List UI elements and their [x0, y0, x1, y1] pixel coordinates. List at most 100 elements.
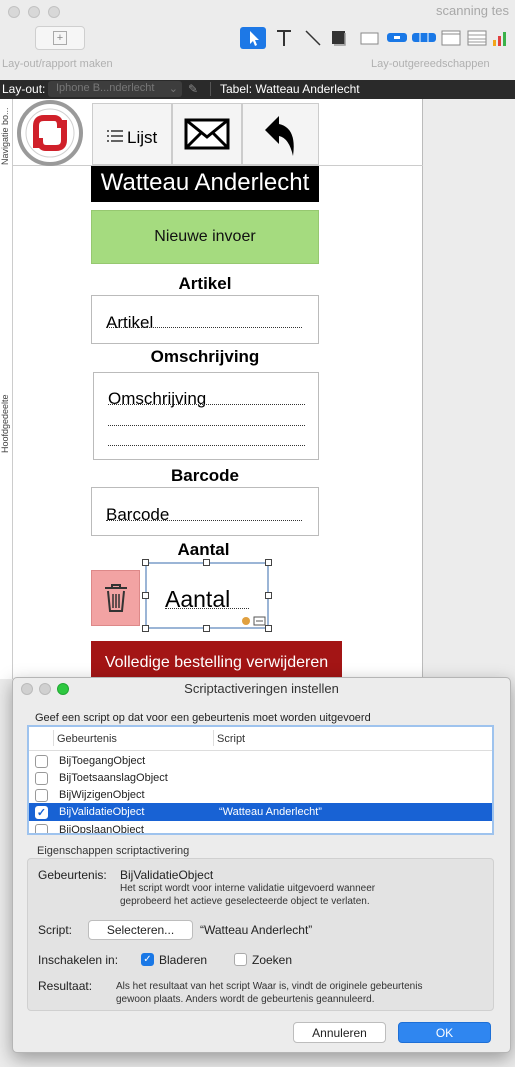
- aantal-field[interactable]: Aantal: [145, 562, 269, 629]
- event-row-selected[interactable]: ✓ BijValidatieObject “Watteau Anderlecht…: [29, 803, 492, 821]
- cancel-button[interactable]: Annuleren: [293, 1022, 386, 1043]
- artikel-label: Artikel: [178, 274, 232, 293]
- company-logo: [17, 100, 83, 166]
- field-tool[interactable]: [357, 27, 383, 49]
- portal-tool[interactable]: [465, 27, 489, 49]
- portal-icon: [467, 30, 487, 46]
- event-checkbox[interactable]: [35, 772, 48, 785]
- rectangle-icon: [332, 31, 346, 46]
- barcode-field-text: Barcode: [106, 505, 170, 524]
- event-row[interactable]: BijOpslaanObject: [29, 821, 492, 835]
- part-label-strip: Navigatie bo... Hoofdgedeelte: [0, 99, 13, 679]
- event-value: BijValidatieObject: [120, 868, 214, 882]
- new-layout-button[interactable]: +: [35, 26, 85, 50]
- new-entry-button[interactable]: Nieuwe invoer: [91, 210, 319, 264]
- delete-row-button[interactable]: [91, 570, 140, 626]
- dialog-prompt: Geef een script op dat voor een gebeurte…: [35, 712, 371, 724]
- find-mode-checkbox[interactable]: [234, 953, 247, 966]
- window-close-button[interactable]: [8, 6, 20, 18]
- tab-control-tool[interactable]: [438, 27, 464, 49]
- omschrijving-field-text: Omschrijving: [108, 389, 207, 408]
- delete-order-button[interactable]: Volledige bestelling verwijderen: [91, 641, 342, 681]
- event-checkbox-checked[interactable]: ✓: [35, 806, 48, 819]
- script-label: Script:: [38, 923, 73, 937]
- list-button-label: Lijst: [127, 128, 158, 147]
- event-script: “Watteau Anderlecht”: [219, 806, 322, 818]
- back-button[interactable]: [242, 103, 319, 165]
- ok-button[interactable]: OK: [398, 1022, 491, 1043]
- column-header-script[interactable]: Script: [217, 733, 245, 745]
- event-name: BijOpslaanObject: [59, 824, 144, 835]
- button-icon: [387, 33, 407, 42]
- layout-bar: Lay-out: Iphone B...nderlecht ⌄ ✎ Tabel:…: [0, 80, 515, 99]
- result-text-line-2: gewoon plaats. Anders wordt de gebeurten…: [116, 994, 375, 1005]
- resize-handle[interactable]: [203, 559, 210, 566]
- result-label: Resultaat:: [38, 979, 93, 993]
- text-tool[interactable]: [271, 27, 297, 49]
- table-label: Tabel: Watteau Anderlecht: [220, 82, 360, 96]
- part-tab-body[interactable]: Hoofdgedeelte: [0, 389, 12, 459]
- artikel-field[interactable]: Artikel: [91, 295, 319, 344]
- resize-handle[interactable]: [265, 592, 272, 599]
- browse-mode-label: Bladeren: [159, 953, 208, 967]
- pointer-icon: [250, 31, 259, 46]
- column-divider: [53, 730, 54, 746]
- dialog-title: Scriptactiveringen instellen: [184, 681, 339, 696]
- enable-in-label: Inschakelen in:: [38, 953, 119, 967]
- event-name: BijToetsaanslagObject: [59, 772, 168, 784]
- pencil-icon[interactable]: ✎: [188, 82, 198, 96]
- rectangle-tool[interactable]: [327, 27, 353, 49]
- event-name: BijWijzigenObject: [59, 789, 145, 801]
- properties-section-title: Eigenschappen scriptactivering: [37, 845, 190, 857]
- window-toolbar: scanning tes + Lay-out/rapport maken Lay…: [0, 0, 515, 80]
- part-tab-navigation[interactable]: Navigatie bo...: [0, 107, 12, 165]
- barcode-label: Barcode: [170, 466, 240, 485]
- window-title: scanning tes: [436, 3, 509, 18]
- layout-label: Lay-out:: [2, 82, 46, 96]
- window-zoom-button[interactable]: [48, 6, 60, 18]
- toolbar-right-label: Lay-outgereedschappen: [371, 58, 490, 70]
- browse-mode-checkbox[interactable]: ✓: [141, 953, 154, 966]
- email-button[interactable]: [172, 103, 242, 165]
- selected-script-value: “Watteau Anderlecht”: [200, 923, 313, 937]
- script-triggers-dialog: Scriptactiveringen instellen Geef een sc…: [12, 677, 511, 1053]
- omschrijving-field[interactable]: Omschrijving: [93, 372, 319, 460]
- chart-tool[interactable]: [489, 27, 513, 49]
- button-bar-tool[interactable]: [410, 27, 438, 49]
- line-icon: [305, 30, 321, 46]
- find-mode-label: Zoeken: [252, 953, 293, 967]
- aantal-label: Aantal: [177, 540, 230, 559]
- button-tool[interactable]: [384, 27, 410, 49]
- resize-handle[interactable]: [265, 559, 272, 566]
- envelope-icon: [184, 118, 230, 150]
- event-checkbox[interactable]: [35, 755, 48, 768]
- canvas-outside-area: [423, 99, 515, 679]
- field-baseline: [106, 520, 302, 521]
- event-table-header: Gebeurtenis Script: [29, 727, 492, 751]
- resize-handle[interactable]: [142, 559, 149, 566]
- result-text-line-1: Als het resultaat van het script Waar is…: [116, 981, 423, 992]
- field-baseline: [106, 327, 302, 328]
- line-tool[interactable]: [300, 27, 326, 49]
- field-baseline: [108, 425, 305, 426]
- event-row[interactable]: BijWijzigenObject: [29, 786, 492, 804]
- layout-select[interactable]: Iphone B...nderlecht ⌄: [48, 81, 182, 97]
- resize-handle[interactable]: [142, 625, 149, 632]
- resize-handle[interactable]: [142, 592, 149, 599]
- list-button[interactable]: Lijst: [92, 103, 172, 165]
- select-script-button[interactable]: Selecteren...: [88, 920, 193, 940]
- event-row[interactable]: BijToegangObject: [29, 752, 492, 770]
- event-row[interactable]: BijToetsaanslagObject: [29, 769, 492, 787]
- window-minimize-button[interactable]: [28, 6, 40, 18]
- event-checkbox[interactable]: [35, 789, 48, 802]
- pointer-tool[interactable]: [240, 27, 266, 49]
- button-bar-icon: [412, 33, 436, 42]
- barcode-field[interactable]: Barcode: [91, 487, 319, 536]
- field-baseline: [108, 404, 305, 405]
- event-checkbox[interactable]: [35, 824, 48, 833]
- resize-handle[interactable]: [265, 625, 272, 632]
- resize-handle[interactable]: [203, 625, 210, 632]
- column-header-event[interactable]: Gebeurtenis: [57, 733, 117, 745]
- artikel-field-text: Artikel: [106, 313, 154, 332]
- tab-control-icon: [441, 30, 461, 46]
